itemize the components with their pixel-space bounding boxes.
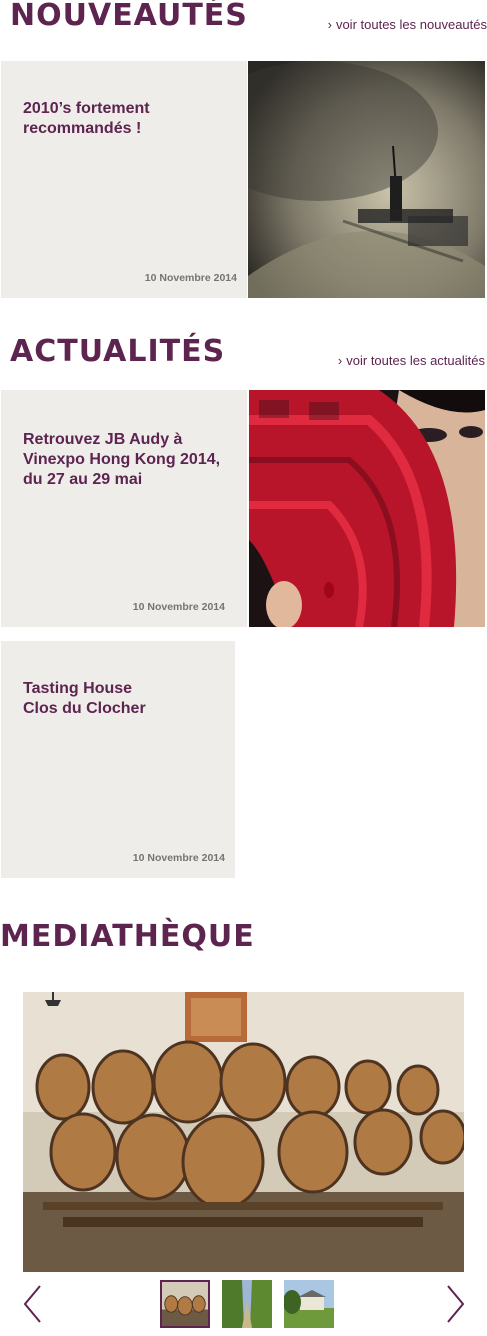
card-date: 10 Novembre 2014 xyxy=(132,601,225,613)
thumbnail-barrels[interactable] xyxy=(160,1280,210,1328)
card-date: 10 Novembre 2014 xyxy=(132,852,225,864)
etching-image[interactable] xyxy=(248,61,485,298)
news-card-2010[interactable]: 2010’s fortement recommandés ! 10 Novemb… xyxy=(1,61,247,298)
card-title: 2010’s fortement recommandés ! xyxy=(23,100,150,137)
barrel-cellar-image[interactable] xyxy=(23,992,464,1272)
see-all-nouveautes-link[interactable]: › voir toutes les nouveautés xyxy=(328,17,487,32)
see-all-nouveautes-label: voir toutes les nouveautés xyxy=(335,17,487,32)
thumbnail-tree-alley[interactable] xyxy=(222,1280,272,1328)
card-date: 10 Novembre 2014 xyxy=(144,272,237,284)
chevron-right-icon: › xyxy=(327,17,332,32)
page: NOUVEAUTÉS › voir toutes les nouveautés 2… xyxy=(0,0,487,1336)
card-title: Retrouvez JB Audy à Vinexpo Hong Kong 20… xyxy=(23,431,221,488)
see-all-actualites-link[interactable]: › voir toutes les actualités xyxy=(338,353,485,368)
see-all-actualites-label: voir toutes les actualités xyxy=(346,353,485,368)
news-card-tasting-house[interactable]: Tasting House Clos du Clocher 10 Novembr… xyxy=(1,641,235,878)
thumbnail-chateau[interactable] xyxy=(284,1280,334,1328)
chevron-right-icon: › xyxy=(337,353,343,368)
chevron-right-icon[interactable] xyxy=(444,1284,466,1324)
card-title: Tasting House Clos du Clocher xyxy=(23,680,146,717)
fan-woman-image[interactable] xyxy=(249,390,485,627)
mediatheque-title: MEDIATHÈQUE xyxy=(0,919,255,954)
chevron-left-icon[interactable] xyxy=(22,1284,44,1324)
actualites-title: ACTUALITÉS xyxy=(10,334,226,369)
nouveautes-title: NOUVEAUTÉS xyxy=(10,0,248,33)
news-card-vinexpo[interactable]: Retrouvez JB Audy à Vinexpo Hong Kong 20… xyxy=(1,390,247,627)
